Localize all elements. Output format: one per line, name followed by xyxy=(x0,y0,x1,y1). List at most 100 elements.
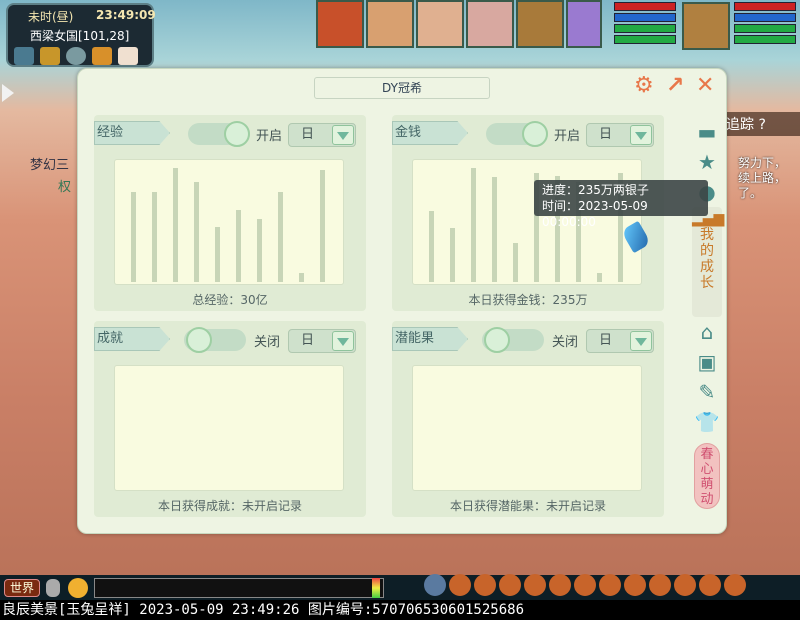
record-toggle[interactable] xyxy=(482,327,544,353)
chart-bar[interactable] xyxy=(597,273,602,282)
quest-line: 了。 xyxy=(738,186,763,200)
chart-bar[interactable] xyxy=(194,182,199,282)
pet-portrait[interactable] xyxy=(682,2,730,50)
chevron-down-icon[interactable] xyxy=(332,331,354,351)
chart-bar[interactable] xyxy=(299,273,304,282)
item-icon[interactable] xyxy=(449,574,471,596)
card-achievement: 成就 关闭 日 本日获得成就：未开启记录 xyxy=(94,321,366,517)
record-toggle[interactable] xyxy=(188,121,250,147)
star-icon[interactable]: ★ xyxy=(692,147,722,177)
shirt-icon[interactable]: 👕 xyxy=(692,407,722,437)
item-icon[interactable] xyxy=(724,574,746,596)
item-icon[interactable] xyxy=(524,574,546,596)
card-potential-fruit: 潜能果 关闭 日 本日获得潜能果：未开启记录 xyxy=(392,321,664,517)
channel-button[interactable]: 世界 xyxy=(4,579,40,597)
quest-line: 努力下， xyxy=(738,156,787,170)
clock: 23:49:09 xyxy=(96,8,156,22)
card-summary: 本日获得成就：未开启记录 xyxy=(157,499,302,513)
calendar-icon[interactable] xyxy=(118,47,138,65)
emoji-icon[interactable] xyxy=(68,578,88,598)
record-toggle[interactable] xyxy=(184,327,246,353)
toggle-knob[interactable] xyxy=(522,121,548,147)
item-icon[interactable] xyxy=(474,574,496,596)
chart-bar[interactable] xyxy=(492,177,497,282)
tooltip-progress: 进度：235万两银子 xyxy=(542,183,649,197)
chart-bar[interactable] xyxy=(471,168,476,282)
chevron-down-icon[interactable] xyxy=(332,125,354,145)
palette-icon[interactable]: ✎ xyxy=(692,377,722,407)
guide-book-icon[interactable] xyxy=(92,47,112,65)
chart-bar[interactable] xyxy=(429,211,434,282)
tooltip: 进度：235万两银子 时间：2023-05-09 00:00:00 xyxy=(534,180,708,229)
gear-icon[interactable]: ⚙ xyxy=(634,73,654,98)
location[interactable]: 西梁女国[101,28] xyxy=(30,27,129,44)
item-icon[interactable] xyxy=(649,574,671,596)
chart-bar[interactable] xyxy=(278,192,283,282)
chart-bar[interactable] xyxy=(236,210,241,282)
chart-bar[interactable] xyxy=(215,227,220,282)
house-icon[interactable]: ⌂ xyxy=(692,317,722,347)
portrait[interactable] xyxy=(566,0,602,48)
item-icon[interactable] xyxy=(549,574,571,596)
card-experience: 经验 开启 日 总经验：30亿 xyxy=(94,115,366,311)
chart-bar[interactable] xyxy=(131,192,136,282)
quest-text: 努力下， 续上路， 了。 xyxy=(738,156,786,201)
toggle-label: 关闭 xyxy=(552,335,579,350)
time-period: 未时(昼) xyxy=(28,10,74,24)
portrait[interactable] xyxy=(516,0,564,48)
quest-track[interactable]: 追踪 ? xyxy=(724,112,800,136)
item-icon[interactable] xyxy=(674,574,696,596)
chart-bar[interactable] xyxy=(152,192,157,282)
portrait[interactable] xyxy=(416,0,464,48)
card-summary: 本日获得金钱：235万 xyxy=(468,293,588,307)
search-map-icon[interactable] xyxy=(66,47,86,65)
record-toggle[interactable] xyxy=(486,121,548,147)
gift-icon[interactable] xyxy=(40,47,60,65)
toggle-knob[interactable] xyxy=(484,327,510,353)
message-icon[interactable]: ▬ xyxy=(692,117,722,147)
sword-icon[interactable] xyxy=(424,574,446,596)
period-select[interactable]: 日 xyxy=(586,329,654,353)
item-icon[interactable] xyxy=(574,574,596,596)
chart-area xyxy=(114,159,344,285)
help-icon[interactable]: ? xyxy=(758,117,765,133)
toggle-label: 开启 xyxy=(554,129,581,144)
track-label: 追踪 xyxy=(726,117,754,133)
portrait[interactable] xyxy=(316,0,364,48)
period-select[interactable]: 日 xyxy=(288,123,356,147)
item-icon[interactable] xyxy=(499,574,521,596)
chart-bar[interactable] xyxy=(450,228,455,282)
tab-spring[interactable]: 春心萌动 xyxy=(694,443,720,509)
card-label: 潜能果 xyxy=(392,327,468,351)
item-icon[interactable] xyxy=(699,574,721,596)
item-icon[interactable] xyxy=(624,574,646,596)
portrait[interactable] xyxy=(366,0,414,48)
chart-bar[interactable] xyxy=(257,219,262,282)
toggle-knob[interactable] xyxy=(224,121,250,147)
external-link-icon[interactable]: ↗ xyxy=(666,73,684,98)
storage-icon[interactable]: ▣ xyxy=(692,347,722,377)
period-select[interactable]: 日 xyxy=(586,123,654,147)
portrait[interactable] xyxy=(466,0,514,48)
expand-arrow-icon[interactable] xyxy=(2,84,14,102)
panel-title: DY冠希 xyxy=(314,77,490,99)
npc-name[interactable]: 梦幻三 xyxy=(30,154,69,173)
team-portraits xyxy=(316,0,602,48)
collapse-icon[interactable] xyxy=(14,47,34,65)
chevron-down-icon[interactable] xyxy=(630,125,652,145)
period-select[interactable]: 日 xyxy=(288,329,356,353)
toggle-label: 开启 xyxy=(256,129,283,144)
chevron-down-icon[interactable] xyxy=(630,331,652,351)
item-icon[interactable] xyxy=(599,574,621,596)
chat-input[interactable] xyxy=(94,578,384,598)
card-label: 金钱 xyxy=(392,121,468,145)
chart-bar[interactable] xyxy=(173,168,178,282)
close-icon[interactable]: ✕ xyxy=(696,73,714,98)
toggle-knob[interactable] xyxy=(186,327,212,353)
chart-bar[interactable] xyxy=(320,170,325,282)
chart-bar[interactable] xyxy=(513,243,518,282)
volume-meter xyxy=(372,578,380,598)
period-value: 日 xyxy=(301,127,315,142)
pet-status-bars xyxy=(734,2,796,44)
microphone-icon[interactable] xyxy=(46,579,60,597)
